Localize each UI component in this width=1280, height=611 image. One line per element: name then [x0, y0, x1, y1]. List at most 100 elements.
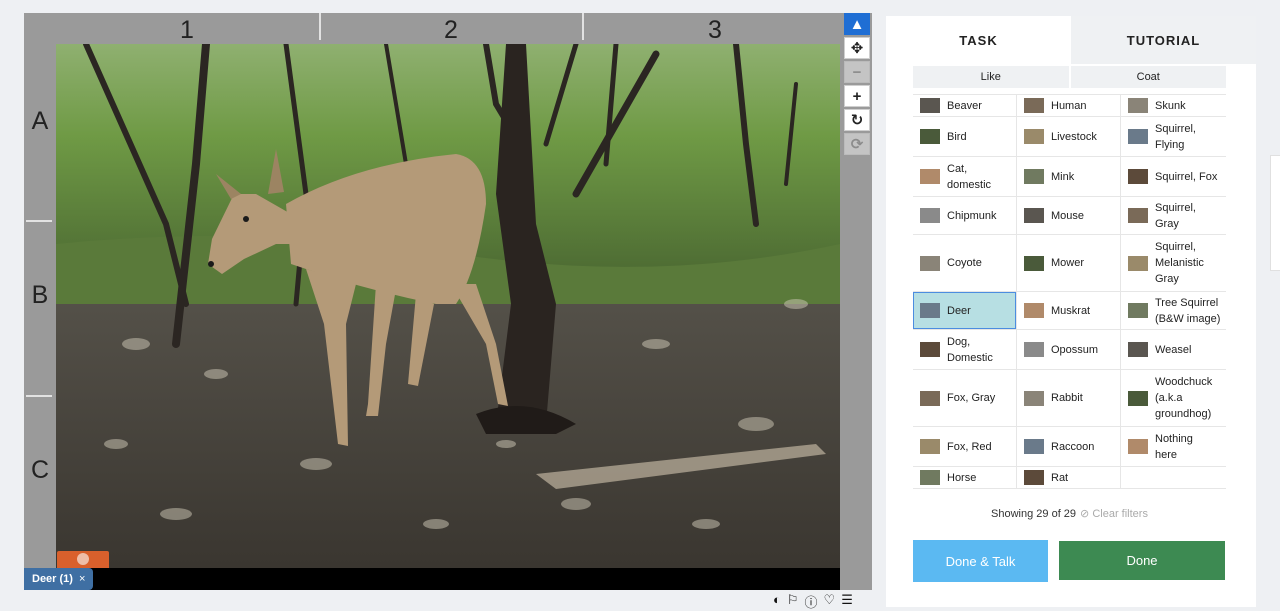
- species-thumbnail-icon: [1024, 208, 1044, 223]
- species-choice[interactable]: Muskrat: [1017, 292, 1121, 329]
- done-and-talk-button[interactable]: Done & Talk: [913, 540, 1048, 582]
- species-choice[interactable]: Horse: [913, 467, 1017, 488]
- species-thumbnail-icon: [920, 98, 940, 113]
- showing-count-text: Showing 29 of 29: [991, 508, 1077, 520]
- species-label: Squirrel, Gray: [1155, 201, 1196, 230]
- contrast-icon[interactable]: ◐: [773, 592, 781, 611]
- species-choice[interactable]: Chipmunk: [913, 197, 1017, 234]
- species-label: Chipmunk: [947, 209, 997, 222]
- species-thumbnail-icon: [1024, 98, 1044, 113]
- species-thumbnail-icon: [1024, 129, 1044, 144]
- species-row: Horse Rat: [913, 467, 1226, 489]
- rotate-button[interactable]: ↻: [844, 109, 870, 131]
- species-choice[interactable]: Mink: [1017, 157, 1121, 196]
- image-footer-bar: [56, 568, 840, 590]
- zoom-out-button[interactable]: −: [844, 61, 870, 83]
- species-thumbnail-icon: [1024, 169, 1044, 184]
- species-choice[interactable]: Nothing here: [1121, 427, 1225, 466]
- species-label: Opossum: [1051, 343, 1099, 356]
- species-thumbnail-icon: [1024, 470, 1044, 485]
- species-thumbnail-icon: [1024, 342, 1044, 357]
- species-choice[interactable]: Deer: [913, 292, 1017, 329]
- species-thumbnail-icon: [920, 303, 940, 318]
- species-label: Skunk: [1155, 99, 1186, 112]
- species-choice[interactable]: Squirrel, Fox: [1121, 157, 1225, 196]
- field-guide-tab[interactable]: [1270, 155, 1280, 271]
- species-choice[interactable]: Fox, Gray: [913, 370, 1017, 426]
- info-icon[interactable]: ⓘ: [805, 592, 818, 611]
- collections-icon[interactable]: ☰: [841, 592, 853, 611]
- species-row: Coyote Mower Squirrel, Melanistic Gray: [913, 235, 1226, 292]
- species-row: Deer Muskrat Tree Squirrel (B&W image): [913, 292, 1226, 330]
- clear-filters-link[interactable]: ⊘ Clear filters: [1080, 508, 1148, 520]
- species-label: Mower: [1051, 257, 1085, 269]
- species-thumbnail-icon: [920, 255, 940, 271]
- pointer-tool-button[interactable]: ▲: [844, 13, 870, 35]
- species-row: Fox, Red Raccoon Nothing here: [913, 427, 1226, 467]
- grid-column-label: 1: [180, 16, 194, 44]
- panel-tabs: TASK TUTORIAL: [886, 16, 1256, 64]
- species-label: Deer: [947, 304, 971, 317]
- species-choice[interactable]: Squirrel, Flying: [1121, 117, 1225, 156]
- grid-separator: [26, 395, 52, 397]
- species-label: Squirrel, Melanistic Gray: [1155, 241, 1204, 285]
- camera-trap-photo[interactable]: [56, 44, 840, 568]
- species-label: Cat, domestic: [947, 162, 992, 191]
- filter-bar: Like Coat: [913, 66, 1226, 88]
- species-choice[interactable]: Weasel: [1121, 330, 1225, 369]
- flag-icon[interactable]: ⚐: [787, 592, 799, 611]
- remove-annotation-icon[interactable]: ×: [79, 573, 85, 585]
- task-panel: TASK TUTORIAL Like Coat Beaver Human Skunk…: [886, 16, 1256, 607]
- species-thumbnail-icon: [920, 208, 940, 223]
- species-label: Muskrat: [1051, 304, 1091, 317]
- species-choice[interactable]: Raccoon: [1017, 427, 1121, 466]
- species-choice[interactable]: Livestock: [1017, 117, 1121, 156]
- move-tool-button[interactable]: ✥: [844, 37, 870, 59]
- species-choice[interactable]: Human: [1017, 95, 1121, 116]
- species-choice[interactable]: Squirrel, Gray: [1121, 197, 1225, 234]
- species-choice[interactable]: Woodchuck (a.k.a groundhog): [1121, 370, 1225, 426]
- species-label: Fox, Gray: [947, 392, 996, 404]
- species-choice[interactable]: Cat, domestic: [913, 157, 1017, 196]
- filter-coat[interactable]: Coat: [1070, 66, 1226, 88]
- species-thumbnail-icon: [1128, 303, 1148, 318]
- species-thumbnail-icon: [920, 342, 940, 357]
- species-choice[interactable]: Fox, Red: [913, 427, 1017, 466]
- tab-task[interactable]: TASK: [886, 16, 1071, 64]
- rotate-icon: ↻: [850, 112, 864, 129]
- species-thumbnail-icon: [920, 169, 940, 184]
- species-thumbnail-icon: [1024, 439, 1044, 454]
- species-choice[interactable]: Rat: [1017, 467, 1121, 488]
- species-choice[interactable]: Opossum: [1017, 330, 1121, 369]
- reset-button[interactable]: ⟳: [844, 133, 870, 155]
- species-row: Cat, domestic Mink Squirrel, Fox: [913, 157, 1226, 197]
- heart-icon[interactable]: ♡: [824, 592, 836, 611]
- species-choice[interactable]: Tree Squirrel (B&W image): [1121, 292, 1225, 329]
- subject-viewer: 1 2 3 A B C: [24, 13, 872, 590]
- species-choice[interactable]: Mower: [1017, 235, 1121, 291]
- metadata-tab[interactable]: [57, 551, 109, 568]
- species-choice[interactable]: Skunk: [1121, 95, 1225, 116]
- minus-icon: −: [852, 63, 862, 81]
- species-choice[interactable]: Coyote: [913, 235, 1017, 291]
- species-choice[interactable]: Rabbit: [1017, 370, 1121, 426]
- species-choice[interactable]: Dog, Domestic: [913, 330, 1017, 369]
- zoom-in-button[interactable]: +: [844, 85, 870, 107]
- species-label: Livestock: [1051, 130, 1097, 143]
- species-choice[interactable]: Squirrel, Melanistic Gray: [1121, 235, 1225, 291]
- annotation-chip[interactable]: Deer (1) ×: [24, 568, 94, 590]
- species-thumbnail-icon: [1128, 255, 1148, 271]
- grid-row-label: A: [31, 107, 49, 135]
- species-choice[interactable]: Bird: [913, 117, 1017, 156]
- species-grid: Beaver Human Skunk Bird Livestock Squirrel, F…: [913, 94, 1226, 504]
- tab-tutorial[interactable]: TUTORIAL: [1071, 16, 1256, 64]
- done-button[interactable]: Done: [1059, 541, 1225, 580]
- species-label: Rabbit: [1051, 392, 1083, 404]
- species-thumbnail-icon: [1128, 169, 1148, 184]
- species-choice[interactable]: Beaver: [913, 95, 1017, 116]
- species-choice[interactable]: Mouse: [1017, 197, 1121, 234]
- species-row: Fox, Gray Rabbit Woodchuck (a.k.a groundho…: [913, 370, 1226, 427]
- subject-actions: ◐ ⚐ ⓘ ♡ ☰: [773, 592, 853, 611]
- species-thumbnail-icon: [1128, 208, 1148, 223]
- filter-like[interactable]: Like: [913, 66, 1069, 88]
